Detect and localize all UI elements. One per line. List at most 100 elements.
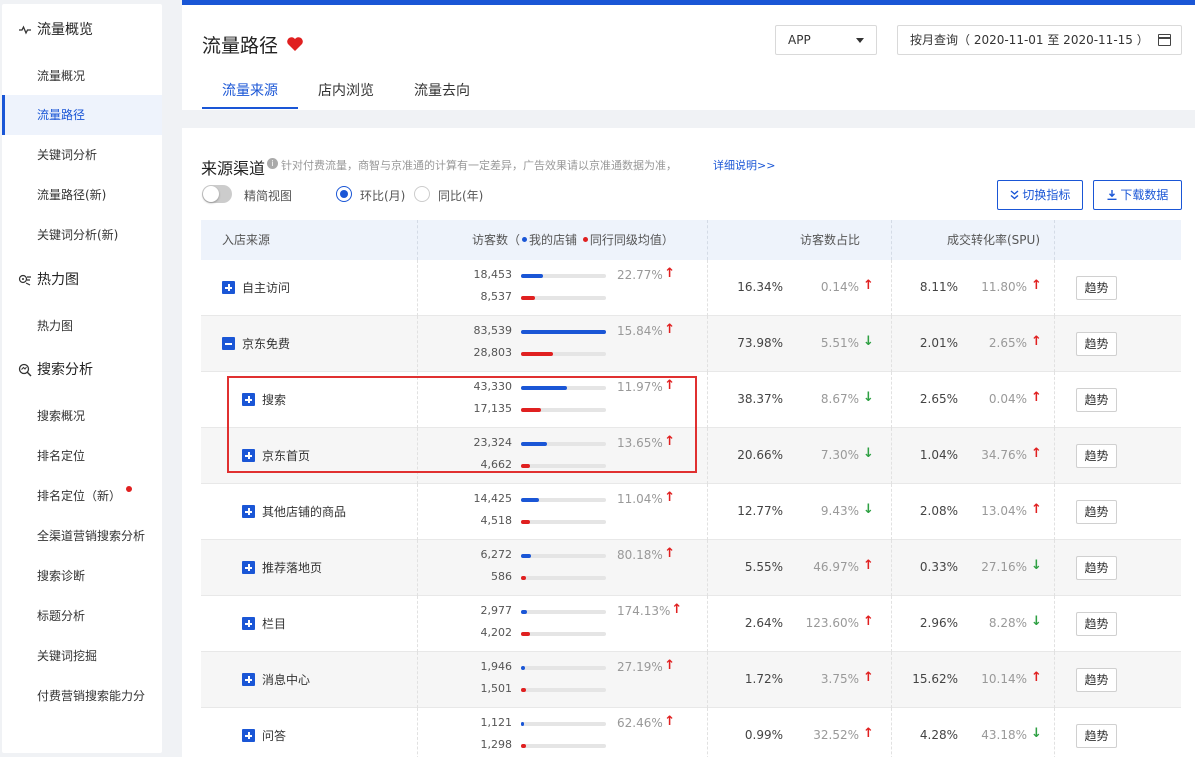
section-note: 针对付费流量，商智与京准通的计算有一定差异，广告效果请以京准通数据为准， xyxy=(281,159,677,172)
expand-icon[interactable] xyxy=(242,673,255,686)
expand-icon[interactable] xyxy=(242,505,255,518)
sidebar-item-traffic-path[interactable]: 流量路径 xyxy=(2,95,162,135)
peer-bar xyxy=(521,688,606,692)
visitor-change: 62.46% xyxy=(617,716,663,730)
row-divider xyxy=(417,708,418,757)
radio-mom[interactable] xyxy=(336,186,352,202)
expand-icon[interactable] xyxy=(242,729,255,742)
page-header: 流量路径 APP 按月查询（ 2020-11-01 至 2020-11-15 ）… xyxy=(182,5,1195,110)
expand-icon[interactable] xyxy=(242,561,255,574)
header-divider xyxy=(891,220,892,260)
trend-button[interactable]: 趋势 xyxy=(1076,724,1117,748)
date-range-picker[interactable]: 按月查询（ 2020-11-01 至 2020-11-15 ） xyxy=(897,25,1182,55)
platform-select-value: APP xyxy=(788,33,811,47)
row-divider xyxy=(891,428,892,484)
peer-visitors: 8,537 xyxy=(480,290,513,303)
collapse-icon[interactable] xyxy=(222,337,235,350)
expand-icon[interactable] xyxy=(242,393,255,406)
sidebar-item-rank-locate-new[interactable]: 排名定位（新） xyxy=(2,476,162,516)
sidebar-group-traffic-overview[interactable]: 流量概览 xyxy=(2,10,162,50)
row-divider xyxy=(891,708,892,757)
simple-view-label: 精简视图 xyxy=(244,189,293,203)
caret-down-icon xyxy=(856,38,864,43)
radio-mom-label: 环比(月) xyxy=(360,189,406,203)
conversion-change: 10.14% xyxy=(981,672,1027,686)
my-store-visitors: 1,946 xyxy=(480,660,513,673)
conversion-rate: 15.62% xyxy=(912,672,958,686)
trend-button[interactable]: 趋势 xyxy=(1076,276,1117,300)
tab-traffic-destination[interactable]: 流量去向 xyxy=(402,73,482,109)
my-store-visitors: 2,977 xyxy=(480,604,513,617)
radio-yoy[interactable] xyxy=(414,186,430,202)
sidebar-item-traffic-path-new[interactable]: 流量路径(新) xyxy=(2,175,162,215)
expand-icon[interactable] xyxy=(242,617,255,630)
row-divider xyxy=(1054,260,1055,316)
row-divider xyxy=(707,428,708,484)
sidebar-item-title-analysis[interactable]: 标题分析 xyxy=(2,596,162,636)
arrow-up-icon: ↑ xyxy=(664,546,676,561)
row-divider xyxy=(1054,484,1055,540)
visitor-change: 13.65% xyxy=(617,436,663,450)
trend-button[interactable]: 趋势 xyxy=(1076,668,1117,692)
source-name: 栏目 xyxy=(262,617,287,631)
my-store-bar-fill xyxy=(521,610,527,614)
my-store-bar xyxy=(521,554,606,558)
my-store-bar-fill xyxy=(521,554,532,558)
sidebar-item-paid-search-score[interactable]: 付费营销搜索能力分 xyxy=(2,676,162,716)
peer-bar xyxy=(521,296,606,300)
row-divider xyxy=(1054,652,1055,708)
sidebar-item-rank-locate[interactable]: 排名定位 xyxy=(2,436,162,476)
table-row: 京东首页 23,324 4,662 13.65% ↑ 20.66% 7.30% ↓ 1.04% 3… xyxy=(201,428,1181,484)
row-divider xyxy=(1054,316,1055,372)
tab-traffic-source[interactable]: 流量来源 xyxy=(202,73,298,109)
download-button[interactable]: 下载数据 xyxy=(1093,180,1182,210)
sidebar-item-search-summary[interactable]: 搜索概况 xyxy=(2,396,162,436)
conversion-rate: 8.11% xyxy=(919,280,958,294)
sidebar-item-traffic-summary[interactable]: 流量概况 xyxy=(2,56,162,96)
row-divider xyxy=(707,484,708,540)
my-store-visitors: 23,324 xyxy=(473,436,513,449)
trend-button[interactable]: 趋势 xyxy=(1076,612,1117,636)
arrow-up-icon: ↑ xyxy=(863,558,874,573)
arrow-up-icon: ↑ xyxy=(1031,278,1042,293)
sidebar-group-search-analysis[interactable]: 搜索分析 xyxy=(2,350,162,390)
source-name: 问答 xyxy=(262,729,287,743)
sidebar-item-keyword-mining[interactable]: 关键词挖掘 xyxy=(2,636,162,676)
tab-in-store-browse[interactable]: 店内浏览 xyxy=(306,73,386,109)
my-store-bar xyxy=(521,386,606,390)
trend-button[interactable]: 趋势 xyxy=(1076,556,1117,580)
row-divider xyxy=(707,260,708,316)
sidebar-item-keyword-analysis[interactable]: 关键词分析 xyxy=(2,135,162,175)
search-analysis-icon xyxy=(18,363,32,377)
arrow-down-icon: ↓ xyxy=(1031,614,1042,629)
visitor-share: 0.99% xyxy=(744,728,783,742)
source-name: 京东首页 xyxy=(262,449,311,463)
download-icon xyxy=(1107,190,1117,200)
sidebar-item-keyword-analysis-new[interactable]: 关键词分析(新) xyxy=(2,215,162,255)
platform-select[interactable]: APP xyxy=(775,25,877,55)
my-store-bar xyxy=(521,666,606,670)
heart-icon[interactable] xyxy=(286,36,304,52)
simple-view-toggle[interactable] xyxy=(202,185,232,203)
trend-button[interactable]: 趋势 xyxy=(1076,500,1117,524)
sidebar-item-omnichannel-search[interactable]: 全渠道营销搜索分析 xyxy=(2,516,162,556)
my-store-bar-fill xyxy=(521,722,525,726)
sidebar-item-heatmap[interactable]: 热力图 xyxy=(2,306,162,346)
arrow-up-icon: ↑ xyxy=(1031,670,1042,685)
conversion-change: 2.65% xyxy=(988,336,1027,350)
details-link[interactable]: 详细说明>> xyxy=(713,157,775,173)
sidebar-group-heatmap[interactable]: 热力图 xyxy=(2,260,162,300)
row-divider xyxy=(891,484,892,540)
trend-button[interactable]: 趋势 xyxy=(1076,444,1117,468)
trend-button[interactable]: 趋势 xyxy=(1076,332,1117,356)
expand-icon[interactable] xyxy=(222,281,235,294)
header-divider xyxy=(417,220,418,260)
row-divider xyxy=(417,428,418,484)
switch-metric-button[interactable]: 切换指标 xyxy=(997,180,1083,210)
peer-bar-fill xyxy=(521,688,527,692)
peer-bar xyxy=(521,576,606,580)
sidebar-item-search-diagnosis[interactable]: 搜索诊断 xyxy=(2,556,162,596)
trend-button[interactable]: 趋势 xyxy=(1076,388,1117,412)
peer-bar-fill xyxy=(521,632,530,636)
expand-icon[interactable] xyxy=(242,449,255,462)
